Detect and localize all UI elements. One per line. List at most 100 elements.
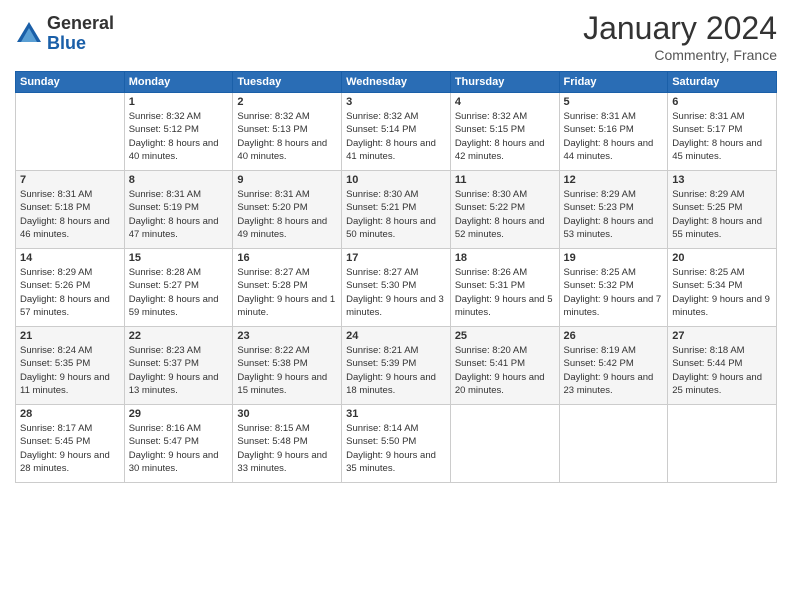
daylight: Daylight: 9 hours and 1 minute. — [237, 294, 335, 318]
cell-data: Sunrise: 8:19 AMSunset: 5:42 PMDaylight:… — [564, 344, 664, 397]
cell-data: Sunrise: 8:14 AMSunset: 5:50 PMDaylight:… — [346, 422, 446, 475]
cell-data: Sunrise: 8:25 AMSunset: 5:34 PMDaylight:… — [672, 266, 772, 319]
calendar-header: Sunday Monday Tuesday Wednesday Thursday… — [16, 72, 777, 93]
cell-data: Sunrise: 8:25 AMSunset: 5:32 PMDaylight:… — [564, 266, 664, 319]
sunrise: Sunrise: 8:24 AM — [20, 345, 92, 356]
header-tuesday: Tuesday — [233, 72, 342, 93]
calendar-cell: 19Sunrise: 8:25 AMSunset: 5:32 PMDayligh… — [559, 249, 668, 327]
sunrise: Sunrise: 8:32 AM — [455, 111, 527, 122]
location: Commentry, France — [583, 47, 777, 63]
cell-data: Sunrise: 8:17 AMSunset: 5:45 PMDaylight:… — [20, 422, 120, 475]
daylight: Daylight: 9 hours and 35 minutes. — [346, 450, 436, 474]
day-number: 29 — [129, 408, 229, 420]
header-row: Sunday Monday Tuesday Wednesday Thursday… — [16, 72, 777, 93]
sunrise: Sunrise: 8:30 AM — [455, 189, 527, 200]
sunrise: Sunrise: 8:32 AM — [237, 111, 309, 122]
cell-data: Sunrise: 8:32 AMSunset: 5:15 PMDaylight:… — [455, 110, 555, 163]
cell-data: Sunrise: 8:32 AMSunset: 5:13 PMDaylight:… — [237, 110, 337, 163]
calendar-cell: 9 Sunrise: 8:31 AMSunset: 5:20 PMDaylight… — [233, 171, 342, 249]
daylight: Daylight: 8 hours and 49 minutes. — [237, 216, 327, 240]
header-friday: Friday — [559, 72, 668, 93]
cell-data: Sunrise: 8:31 AMSunset: 5:20 PMDaylight:… — [237, 188, 337, 241]
calendar-cell: 13 Sunrise: 8:29 AMSunset: 5:25 PMDayligh… — [668, 171, 777, 249]
header-saturday: Saturday — [668, 72, 777, 93]
day-number: 10 — [346, 174, 446, 186]
sunrise: Sunrise: 8:31 AM — [237, 189, 309, 200]
day-number: 17 — [346, 252, 446, 264]
sunrise: Sunrise: 8:31 AM — [20, 189, 92, 200]
calendar-cell: 14Sunrise: 8:29 AMSunset: 5:26 PMDayligh… — [16, 249, 125, 327]
daylight: Daylight: 8 hours and 53 minutes. — [564, 216, 654, 240]
calendar-cell: 5Sunrise: 8:31 AMSunset: 5:16 PMDaylight… — [559, 93, 668, 171]
daylight: Daylight: 9 hours and 23 minutes. — [564, 372, 654, 396]
sunrise: Sunrise: 8:28 AM — [129, 267, 201, 278]
day-number: 11 — [455, 174, 555, 186]
calendar-week-3: 14Sunrise: 8:29 AMSunset: 5:26 PMDayligh… — [16, 249, 777, 327]
day-number: 1 — [129, 96, 229, 108]
sunset: Sunset: 5:31 PM — [455, 280, 525, 291]
daylight: Daylight: 9 hours and 7 minutes. — [564, 294, 662, 318]
daylight: Daylight: 8 hours and 44 minutes. — [564, 138, 654, 162]
sunset: Sunset: 5:21 PM — [346, 202, 416, 213]
calendar-cell — [450, 405, 559, 483]
cell-data: Sunrise: 8:31 AMSunset: 5:18 PMDaylight:… — [20, 188, 120, 241]
cell-data: Sunrise: 8:30 AMSunset: 5:22 PMDaylight:… — [455, 188, 555, 241]
header-sunday: Sunday — [16, 72, 125, 93]
calendar-cell — [668, 405, 777, 483]
calendar-table: Sunday Monday Tuesday Wednesday Thursday… — [15, 71, 777, 483]
cell-data: Sunrise: 8:23 AMSunset: 5:37 PMDaylight:… — [129, 344, 229, 397]
daylight: Daylight: 8 hours and 50 minutes. — [346, 216, 436, 240]
day-number: 2 — [237, 96, 337, 108]
daylight: Daylight: 9 hours and 11 minutes. — [20, 372, 110, 396]
sunset: Sunset: 5:22 PM — [455, 202, 525, 213]
cell-data: Sunrise: 8:29 AMSunset: 5:26 PMDaylight:… — [20, 266, 120, 319]
cell-data: Sunrise: 8:18 AMSunset: 5:44 PMDaylight:… — [672, 344, 772, 397]
header-wednesday: Wednesday — [342, 72, 451, 93]
logo-blue: Blue — [47, 34, 114, 54]
cell-data: Sunrise: 8:29 AMSunset: 5:25 PMDaylight:… — [672, 188, 772, 241]
sunset: Sunset: 5:30 PM — [346, 280, 416, 291]
cell-data: Sunrise: 8:15 AMSunset: 5:48 PMDaylight:… — [237, 422, 337, 475]
sunset: Sunset: 5:17 PM — [672, 124, 742, 135]
sunrise: Sunrise: 8:25 AM — [564, 267, 636, 278]
calendar-cell: 6Sunrise: 8:31 AMSunset: 5:17 PMDaylight… — [668, 93, 777, 171]
day-number: 26 — [564, 330, 664, 342]
sunset: Sunset: 5:34 PM — [672, 280, 742, 291]
sunrise: Sunrise: 8:19 AM — [564, 345, 636, 356]
calendar-week-1: 1Sunrise: 8:32 AMSunset: 5:12 PMDaylight… — [16, 93, 777, 171]
daylight: Daylight: 8 hours and 47 minutes. — [129, 216, 219, 240]
day-number: 13 — [672, 174, 772, 186]
day-number: 9 — [237, 174, 337, 186]
daylight: Daylight: 9 hours and 28 minutes. — [20, 450, 110, 474]
sunset: Sunset: 5:27 PM — [129, 280, 199, 291]
cell-data: Sunrise: 8:26 AMSunset: 5:31 PMDaylight:… — [455, 266, 555, 319]
sunrise: Sunrise: 8:25 AM — [672, 267, 744, 278]
calendar-cell: 3Sunrise: 8:32 AMSunset: 5:14 PMDaylight… — [342, 93, 451, 171]
day-number: 23 — [237, 330, 337, 342]
sunrise: Sunrise: 8:18 AM — [672, 345, 744, 356]
daylight: Daylight: 8 hours and 57 minutes. — [20, 294, 110, 318]
daylight: Daylight: 8 hours and 41 minutes. — [346, 138, 436, 162]
logo-icon — [15, 20, 43, 48]
sunset: Sunset: 5:47 PM — [129, 436, 199, 447]
calendar-cell: 2 Sunrise: 8:32 AMSunset: 5:13 PMDaylight… — [233, 93, 342, 171]
calendar-cell: 10Sunrise: 8:30 AMSunset: 5:21 PMDayligh… — [342, 171, 451, 249]
daylight: Daylight: 8 hours and 40 minutes. — [129, 138, 219, 162]
sunrise: Sunrise: 8:21 AM — [346, 345, 418, 356]
calendar-cell: 7Sunrise: 8:31 AMSunset: 5:18 PMDaylight… — [16, 171, 125, 249]
sunset: Sunset: 5:26 PM — [20, 280, 90, 291]
cell-data: Sunrise: 8:31 AMSunset: 5:16 PMDaylight:… — [564, 110, 664, 163]
calendar-cell: 28Sunrise: 8:17 AMSunset: 5:45 PMDayligh… — [16, 405, 125, 483]
sunset: Sunset: 5:19 PM — [129, 202, 199, 213]
daylight: Daylight: 9 hours and 13 minutes. — [129, 372, 219, 396]
day-number: 7 — [20, 174, 120, 186]
sunrise: Sunrise: 8:14 AM — [346, 423, 418, 434]
sunrise: Sunrise: 8:22 AM — [237, 345, 309, 356]
day-number: 12 — [564, 174, 664, 186]
sunset: Sunset: 5:18 PM — [20, 202, 90, 213]
sunset: Sunset: 5:23 PM — [564, 202, 634, 213]
calendar-cell: 17 Sunrise: 8:27 AMSunset: 5:30 PMDayligh… — [342, 249, 451, 327]
calendar-cell: 11Sunrise: 8:30 AMSunset: 5:22 PMDayligh… — [450, 171, 559, 249]
calendar-cell — [16, 93, 125, 171]
cell-data: Sunrise: 8:27 AMSunset: 5:30 PMDaylight:… — [346, 266, 446, 319]
